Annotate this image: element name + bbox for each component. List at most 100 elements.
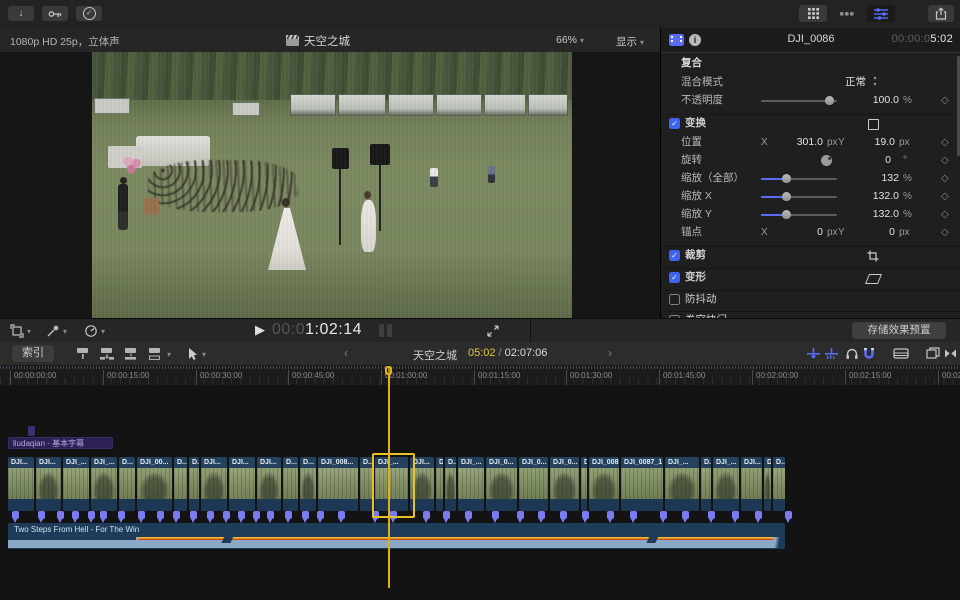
timeline-index-toggle-button[interactable] xyxy=(833,5,861,22)
timeline-clip[interactable]: D xyxy=(581,457,587,511)
import-media-button[interactable]: ↓ xyxy=(8,6,34,21)
timeline-clip[interactable]: D... xyxy=(174,457,187,511)
slider-handle[interactable] xyxy=(782,174,791,183)
inspector-toggle-button[interactable] xyxy=(867,5,895,22)
crop-onscreen-icon[interactable] xyxy=(867,250,879,262)
viewer-canvas[interactable] xyxy=(0,52,660,318)
slider-handle[interactable] xyxy=(782,192,791,201)
slider-handle[interactable] xyxy=(782,210,791,219)
anchor-y-value[interactable]: 0 xyxy=(845,224,895,241)
timeline-clip[interactable]: D. xyxy=(701,457,711,511)
anchor-x-value[interactable]: 0 xyxy=(769,224,823,241)
transform-onscreen-icon[interactable] xyxy=(868,119,879,130)
video-inspector-icon[interactable] xyxy=(669,34,684,46)
retime-menu[interactable]: ▾ xyxy=(84,324,105,338)
browser-toggle-button[interactable] xyxy=(799,5,827,22)
timeline-clip[interactable]: D... xyxy=(283,457,298,511)
audio-marker-pin[interactable] xyxy=(607,511,614,519)
insert-edit-button[interactable] xyxy=(99,347,115,360)
keyframe-diamond-icon[interactable]: ◇ xyxy=(941,152,949,169)
audio-marker-pin[interactable] xyxy=(372,511,379,519)
audio-marker-pin[interactable] xyxy=(253,511,260,519)
stabilization-checkbox[interactable] xyxy=(669,294,680,305)
skimming-toggle-button[interactable] xyxy=(806,347,821,360)
audio-marker-pin[interactable] xyxy=(302,511,309,519)
scale-all-value[interactable]: 132 xyxy=(821,170,899,187)
fullscreen-button[interactable] xyxy=(486,324,500,338)
timeline-clip[interactable]: DJI_00... xyxy=(137,457,172,511)
playhead[interactable] xyxy=(388,366,390,588)
audio-marker-pin[interactable] xyxy=(138,511,145,519)
timeline-clip[interactable]: D. xyxy=(189,457,199,511)
audio-marker-pin[interactable] xyxy=(560,511,567,519)
audio-marker-pin[interactable] xyxy=(492,511,499,519)
timeline-clip[interactable]: DJI... xyxy=(201,457,227,511)
audio-marker-pin[interactable] xyxy=(755,511,762,519)
save-effects-preset-button[interactable]: 存储效果预置 xyxy=(852,322,946,339)
timeline-clip[interactable]: DJI... xyxy=(229,457,255,511)
audio-marker-pin[interactable] xyxy=(38,511,45,519)
clip-appearance-button[interactable] xyxy=(893,347,909,360)
effects-wand-menu[interactable]: ▾ xyxy=(46,324,67,338)
scale-y-value[interactable]: 132.0 xyxy=(821,206,899,223)
timeline-clip[interactable]: DJI_0087_1 xyxy=(621,457,663,511)
rotation-value[interactable]: 0 xyxy=(821,152,891,169)
distort-checkbox[interactable]: ✓ xyxy=(669,272,680,283)
audio-marker-pin[interactable] xyxy=(88,511,95,519)
audio-marker-pin[interactable] xyxy=(157,511,164,519)
timeline-clip[interactable]: DJI_... xyxy=(665,457,699,511)
timeline-clip[interactable]: D.. xyxy=(445,457,456,511)
scale-x-value[interactable]: 132.0 xyxy=(821,188,899,205)
keyframe-diamond-icon[interactable]: ◇ xyxy=(941,188,949,205)
overwrite-edit-button[interactable] xyxy=(147,347,163,360)
info-inspector-icon[interactable]: i xyxy=(689,34,701,46)
title-clip[interactable]: liudaqian - 基本字幕 xyxy=(8,437,113,449)
audio-clip[interactable]: Two Steps From Hell - For The Win xyxy=(8,523,785,549)
keywords-button[interactable] xyxy=(42,6,68,21)
audio-marker-pin[interactable] xyxy=(465,511,472,519)
timeline-clip[interactable]: D... xyxy=(119,457,135,511)
audio-marker-pin[interactable] xyxy=(12,511,19,519)
duplicate-timeline-button[interactable] xyxy=(926,347,941,360)
keyframe-diamond-icon[interactable]: ◇ xyxy=(941,134,949,151)
audio-marker-pin[interactable] xyxy=(118,511,125,519)
audio-marker-pin[interactable] xyxy=(317,511,324,519)
position-x-value[interactable]: 301.0 xyxy=(769,134,823,151)
audio-marker-pin[interactable] xyxy=(338,511,345,519)
audio-marker-pin[interactable] xyxy=(267,511,274,519)
playhead-handle[interactable] xyxy=(385,366,392,375)
play-button[interactable]: ▶ xyxy=(255,322,265,338)
timeline-tracks[interactable]: liudaqian - 基本字幕 DJI...DJI...DJI_...DJI_… xyxy=(0,385,960,600)
timeline-clip[interactable]: DJI... xyxy=(410,457,434,511)
chevron-down-icon[interactable]: ▾ xyxy=(202,350,206,359)
timeline-clip[interactable]: DJI_... xyxy=(713,457,739,511)
distort-onscreen-icon[interactable] xyxy=(865,274,882,284)
audio-marker-pin[interactable] xyxy=(57,511,64,519)
timeline-clip[interactable]: DJI_0... xyxy=(550,457,579,511)
position-y-value[interactable]: 19.0 xyxy=(845,134,895,151)
audio-marker-pin[interactable] xyxy=(682,511,689,519)
opacity-value[interactable]: 100.0 xyxy=(821,92,899,109)
timeline-clip[interactable]: D xyxy=(764,457,771,511)
timeline-ruler[interactable]: 00:00:00:0000:00:15:0000:00:30:0000:00:4… xyxy=(0,365,960,386)
audio-marker-pin[interactable] xyxy=(72,511,79,519)
connect-edit-button[interactable] xyxy=(75,347,91,360)
keyframe-diamond-icon[interactable]: ◇ xyxy=(941,206,949,223)
next-project-arrow[interactable]: › xyxy=(608,346,612,360)
zoom-level-menu[interactable]: 66%▾ xyxy=(556,34,584,46)
audio-marker-pin[interactable] xyxy=(517,511,524,519)
solo-toggle-button[interactable] xyxy=(845,347,859,360)
timeline-clip[interactable]: DJI_... xyxy=(458,457,484,511)
audio-marker-pin[interactable] xyxy=(285,511,292,519)
timeline-clip[interactable]: DJI... xyxy=(257,457,281,511)
audio-marker-pin[interactable] xyxy=(582,511,589,519)
audio-marker-pin[interactable] xyxy=(173,511,180,519)
timeline-clip[interactable]: DJI... xyxy=(36,457,61,511)
timeline-clip[interactable]: DJI_... xyxy=(63,457,89,511)
audio-skimming-toggle-button[interactable] xyxy=(824,347,839,360)
audio-marker-pin[interactable] xyxy=(423,511,430,519)
keyframe-diamond-icon[interactable]: ◇ xyxy=(941,224,949,241)
timeline-clip[interactable]: DJI_008 xyxy=(589,457,619,511)
crop-checkbox[interactable]: ✓ xyxy=(669,250,680,261)
timeline-clip[interactable]: DJI_... xyxy=(375,457,408,511)
